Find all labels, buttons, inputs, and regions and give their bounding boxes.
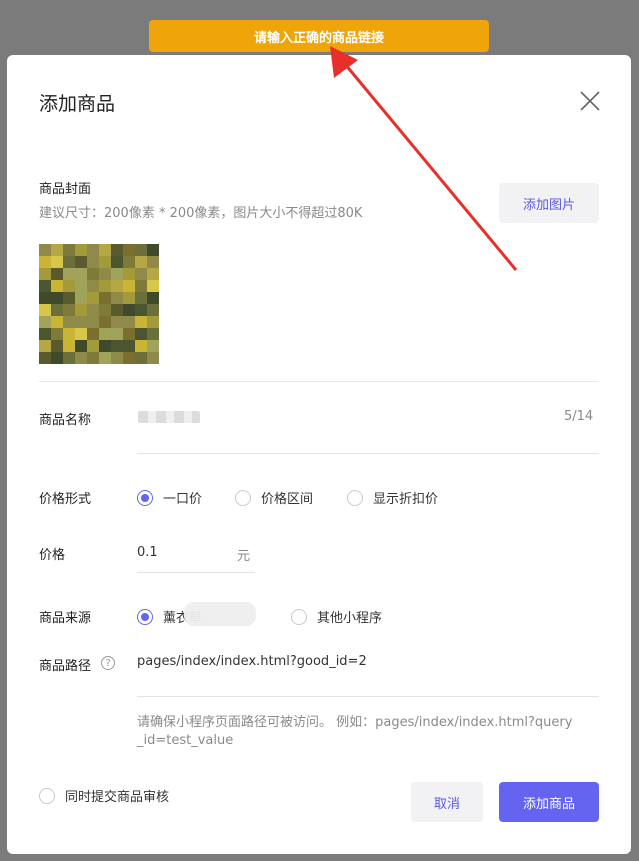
radio-selected-icon	[137, 608, 153, 625]
price-label: 价格	[39, 548, 66, 563]
close-icon[interactable]	[578, 89, 602, 113]
price-type-option-discount[interactable]: 显示折扣价	[347, 488, 438, 507]
product-cover-image	[39, 244, 159, 364]
path-label: 商品路径	[39, 659, 92, 674]
add-product-dialog: 添加商品 商品封面 建议尺寸：200像素 * 200像素，图片大小不得超过80K…	[7, 55, 631, 854]
price-type-label: 价格形式	[39, 492, 92, 507]
dialog-title: 添加商品	[39, 93, 116, 115]
radio-selected-icon	[137, 489, 153, 506]
question-icon[interactable]: ?	[101, 656, 115, 670]
price-input[interactable]: 0.1	[137, 545, 158, 560]
radio-icon	[235, 489, 251, 506]
checkbox-icon	[39, 787, 55, 804]
error-toast: 请输入正确的商品链接	[149, 20, 489, 52]
price-type-option-range[interactable]: 价格区间	[235, 488, 313, 507]
toast-message: 请输入正确的商品链接	[253, 30, 384, 46]
price-input-underline	[137, 572, 255, 573]
cover-hint: 建议尺寸：200像素 * 200像素，图片大小不得超过80K	[39, 206, 363, 221]
price-type-option-fixed[interactable]: 一口价	[137, 488, 202, 507]
cancel-button[interactable]: 取消	[411, 782, 483, 822]
radio-icon	[347, 489, 363, 506]
redacted-source-name	[184, 602, 256, 626]
name-label: 商品名称	[39, 413, 92, 428]
source-label: 商品来源	[39, 611, 92, 626]
review-checkbox[interactable]: 同时提交商品审核	[39, 786, 169, 805]
add-image-button[interactable]: 添加图片	[499, 183, 599, 223]
path-hint-line2: _id=test_value	[137, 733, 234, 748]
path-hint-line1: 请确保小程序页面路径可被访问。 例如：pages/index/index.htm…	[137, 715, 573, 730]
path-input[interactable]: pages/index/index.html?good_id=2	[137, 654, 367, 669]
product-name-input-value[interactable]	[138, 411, 200, 423]
price-unit: 元	[237, 549, 251, 564]
name-input-underline	[137, 453, 599, 454]
add-product-button[interactable]: 添加商品	[499, 782, 599, 822]
path-input-underline	[137, 696, 599, 697]
cover-label: 商品封面	[39, 182, 92, 197]
section-divider	[39, 381, 599, 382]
source-option-other[interactable]: 其他小程序	[291, 607, 382, 626]
name-char-counter: 5/14	[564, 409, 594, 424]
radio-icon	[291, 608, 307, 625]
